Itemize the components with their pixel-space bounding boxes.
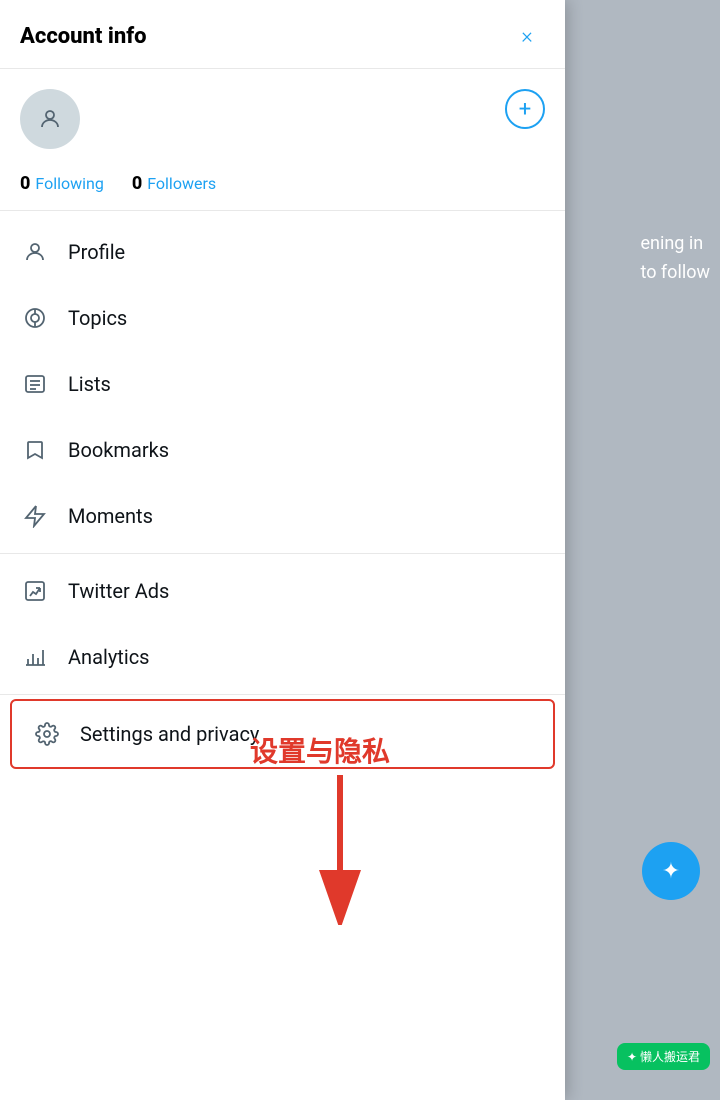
drawer-title: Account info — [20, 24, 147, 49]
menu-label-profile: Profile — [68, 240, 125, 264]
menu-label-twitter-ads: Twitter Ads — [68, 579, 169, 603]
menu-label-bookmarks: Bookmarks — [68, 438, 169, 462]
menu-label-topics: Topics — [68, 306, 127, 330]
add-account-button[interactable]: + — [505, 89, 545, 129]
avatar-area: + — [0, 69, 565, 159]
menu-item-settings[interactable]: Settings and privacy — [10, 699, 555, 769]
lists-icon — [20, 369, 50, 399]
background-text: ening in to follow — [640, 230, 710, 288]
avatar — [20, 89, 80, 149]
gear-icon — [32, 719, 62, 749]
following-count: 0 — [20, 173, 30, 194]
profile-icon — [20, 237, 50, 267]
menu-label-analytics: Analytics — [68, 645, 150, 669]
menu-label-lists: Lists — [68, 372, 111, 396]
bookmark-icon — [20, 435, 50, 465]
wechat-badge: ✦ 懒人搬运君 — [617, 1043, 710, 1070]
menu-label-moments: Moments — [68, 504, 153, 528]
person-placeholder-icon — [38, 107, 62, 131]
ads-icon — [20, 576, 50, 606]
account-drawer: Account info × + 0 Following 0 Followers — [0, 0, 565, 1100]
plus-icon: + — [519, 97, 531, 122]
compose-fab-button[interactable]: ✦ — [642, 842, 700, 900]
menu-divider-1 — [0, 553, 565, 554]
stats-row: 0 Following 0 Followers — [0, 159, 565, 210]
followers-count: 0 — [132, 173, 142, 194]
menu-item-twitter-ads[interactable]: Twitter Ads — [0, 558, 565, 624]
menu-item-analytics[interactable]: Analytics — [0, 624, 565, 690]
drawer-header: Account info × — [0, 0, 565, 69]
bolt-icon — [20, 501, 50, 531]
background-panel — [560, 0, 720, 1100]
topics-icon — [20, 303, 50, 333]
menu-item-bookmarks[interactable]: Bookmarks — [0, 417, 565, 483]
menu-divider-2 — [0, 694, 565, 695]
close-button[interactable]: × — [509, 18, 545, 54]
menu-item-moments[interactable]: Moments — [0, 483, 565, 549]
followers-label[interactable]: Followers — [147, 174, 216, 193]
menu-item-lists[interactable]: Lists — [0, 351, 565, 417]
compose-icon: ✦ — [662, 859, 680, 884]
menu-list: Profile Topics — [0, 211, 565, 777]
menu-label-settings: Settings and privacy — [80, 722, 259, 746]
following-label[interactable]: Following — [35, 174, 103, 193]
menu-item-profile[interactable]: Profile — [0, 219, 565, 285]
analytics-icon — [20, 642, 50, 672]
followers-stat: 0 Followers — [132, 173, 216, 194]
menu-item-topics[interactable]: Topics — [0, 285, 565, 351]
following-stat: 0 Following — [20, 173, 104, 194]
